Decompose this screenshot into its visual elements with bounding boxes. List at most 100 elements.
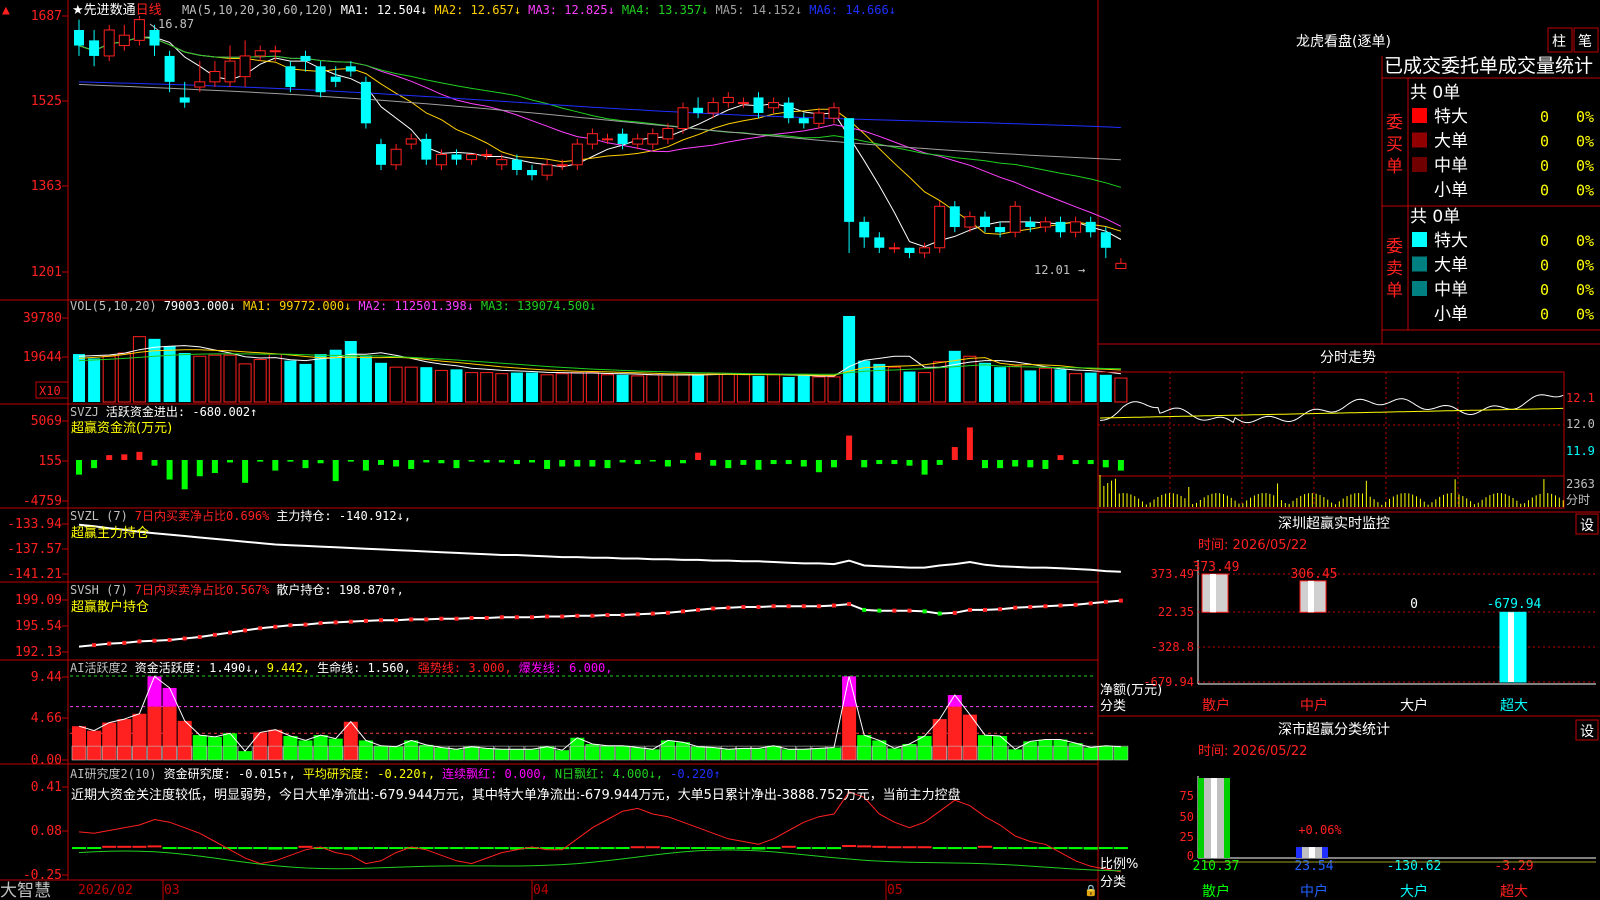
candle-body [360,81,371,124]
volume-bar [526,372,538,402]
tick-mode-button-label[interactable]: 笔 [1578,34,1592,50]
sz-class-settings-label[interactable]: 设 [1580,724,1594,740]
row-count: 0 [1540,281,1549,299]
candle-body [133,19,145,41]
sz-monitor-bar-highlight [1508,612,1514,682]
legend-item: 活跃资金进出: -680.002↑ [106,404,257,419]
candle-body [919,247,931,254]
volume-bar [208,354,222,403]
sz-monitor-value: 0 [1410,597,1418,612]
candle-body [980,216,990,228]
volume-bar [314,354,327,402]
activity-bar [827,747,841,760]
candle-body [737,102,749,105]
candle-body [904,247,915,253]
row-label: 大单 [1434,132,1468,152]
research-bar [358,847,373,850]
sz-class-time: 时间: 2026/05/22 [1198,744,1307,759]
sz-monitor-xlabel: 分类 [1100,699,1126,714]
research-bar [827,847,841,850]
sz-monitor-settings-label[interactable]: 设 [1580,518,1594,534]
retail-change-tick [137,639,142,644]
candle-body [1025,221,1036,228]
candle-body [934,205,946,249]
retail-change-tick [620,613,625,618]
candle-body [269,50,281,53]
minute-vol-label: 分时 [1566,493,1590,507]
retail-change-tick [152,638,157,643]
volume-bar [238,363,252,403]
volume-bar [721,373,735,403]
research-bar [328,847,343,850]
activity-bar [570,737,585,760]
research-bar [555,847,570,850]
candle-body [632,138,644,145]
legend-item: MA(5,10,20,30,60,120) [182,3,334,17]
minute-ytick-high: 12.1 [1566,391,1595,405]
lock-icon[interactable]: 🔒 [1084,884,1098,897]
fund-flow-bar [317,460,324,464]
high-price-label: 16.87 [158,17,194,31]
candle-body [1055,221,1066,233]
retail-change-tick [273,624,278,629]
fund-flow-bar [468,460,475,462]
research-bar [978,845,992,848]
volume-bar [299,363,312,402]
retail-change-tick [877,608,882,613]
bar-mode-button-label[interactable]: 柱 [1552,34,1566,50]
volume-bar [918,372,932,403]
volume-bar [1038,367,1052,403]
volume-bar [450,369,463,402]
sz-monitor-ylabel: 净额(万元) [1100,683,1162,698]
research-bar [389,847,404,850]
legend-item: 9.442, [267,661,310,675]
row-label: 小单 [1434,181,1468,201]
retail-change-tick [1013,605,1018,610]
retail-change-tick [862,607,867,612]
candle-body [768,102,780,109]
fund-flow-bar [1042,460,1049,469]
activity-bar [857,735,872,760]
research-bar [87,847,102,850]
candle-body [949,206,960,228]
volume-bar [887,366,901,403]
row-label: 大单 [1434,256,1468,276]
activity-bar [676,742,690,760]
research-bar [751,847,766,850]
fund-flow-bar [951,446,958,460]
research-bar [842,844,857,848]
research-bar [887,846,902,849]
y-tick-label: 199.09 [15,593,62,608]
row-pct: 0% [1576,281,1594,299]
retail-change-tick [243,628,248,633]
activity-bar [887,748,902,760]
fund-flow-bar [181,460,188,490]
sz-class-ytick: 50 [1180,810,1194,824]
sz-monitor-ytick: 22.35 [1158,605,1194,619]
fund-flow-bar [227,460,233,463]
candle-body [315,66,326,93]
volume-bar [375,362,387,402]
retail-change-tick [122,640,127,645]
stock-name: 先进数通 [84,3,136,18]
retail-change-tick [499,615,504,620]
fund-flow-bar [242,460,249,483]
research-bar [464,847,479,850]
activity-bar [404,740,419,760]
volume-bar [797,374,810,402]
retail-change-tick [288,623,293,628]
fund-flow-bar [589,460,596,467]
retail-change-tick [665,610,670,615]
star-icon: ★ [72,3,84,18]
sz-class-category: 散户 [1202,883,1230,900]
fund-flow-bar [121,454,128,460]
volume-bar [767,374,781,403]
research-bar [691,847,706,850]
retail-change-tick [605,613,610,618]
retail-change-tick [1043,604,1048,609]
fund-flow-bar [378,460,384,465]
retail-change-tick [514,615,519,620]
activity-bar [947,706,962,760]
sz-class-category: 中户 [1300,883,1328,900]
retail-change-tick [1028,604,1033,609]
